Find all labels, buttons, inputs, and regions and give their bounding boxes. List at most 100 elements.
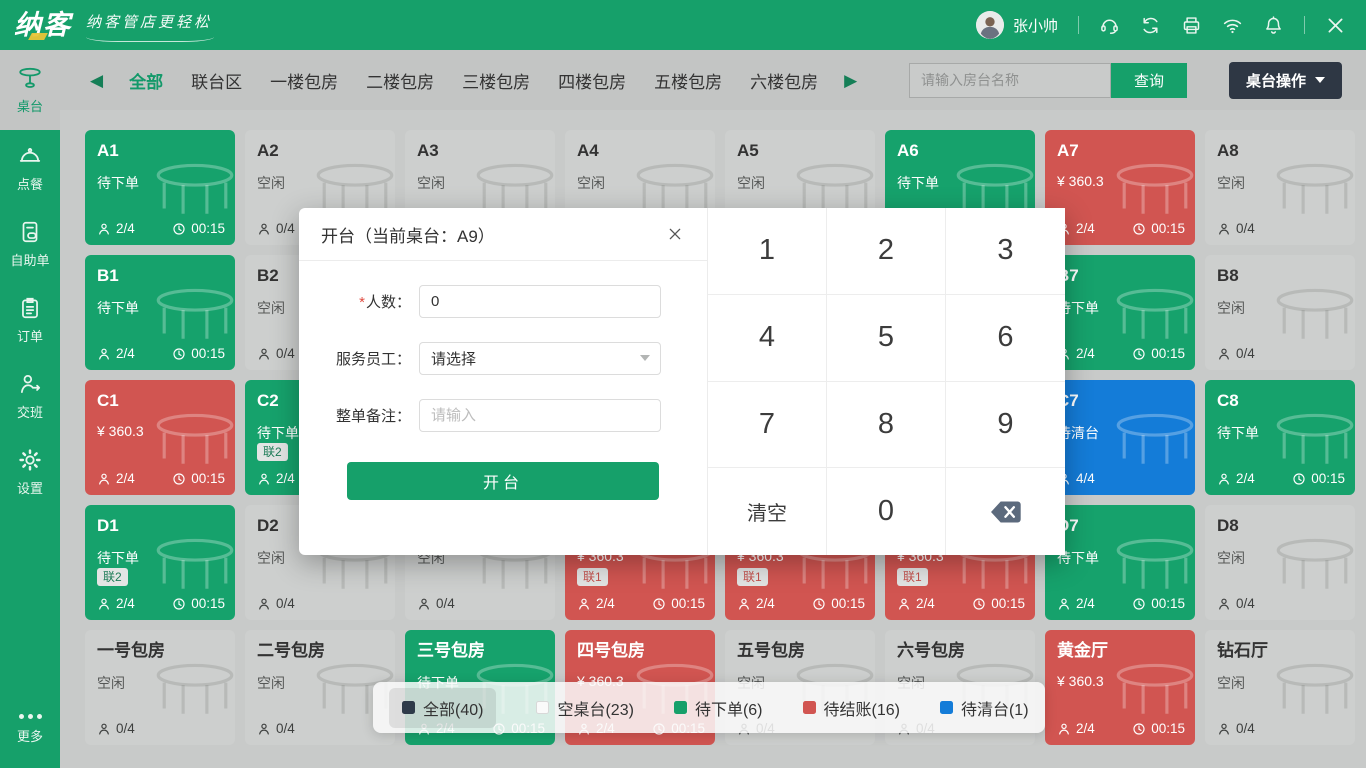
sidebar-item-more[interactable]: 更多 <box>0 700 60 758</box>
table-occupancy: 2/4 <box>97 596 135 611</box>
table-occupancy: 2/4 <box>737 596 775 611</box>
clock-icon <box>1132 222 1146 236</box>
keypad-key-3[interactable]: 3 <box>946 208 1065 295</box>
remark-label: 整单备注： <box>323 405 411 426</box>
table-icon <box>1111 156 1195 226</box>
table-occupancy: 2/4 <box>97 346 135 361</box>
legend-item[interactable]: 待清台(1) <box>940 696 1029 720</box>
table-icon <box>17 65 43 91</box>
keypad-key-4[interactable]: 4 <box>708 295 827 382</box>
wifi-icon[interactable] <box>1222 15 1243 36</box>
sidebar-item[interactable]: 订单 <box>0 282 60 358</box>
area-tab[interactable]: 五楼包房 <box>654 68 722 93</box>
table-card[interactable]: A8 空闲 0/4 <box>1205 130 1355 245</box>
table-timer: 00:15 <box>1132 721 1185 736</box>
area-tab[interactable]: 三楼包房 <box>462 68 530 93</box>
search-button[interactable]: 查询 <box>1111 63 1187 98</box>
person-icon <box>1057 722 1071 736</box>
table-occupancy: 0/4 <box>1217 721 1255 736</box>
sidebar-item[interactable]: 设置 <box>0 434 60 510</box>
table-occupancy: 2/4 <box>257 471 295 486</box>
customer-service-icon[interactable] <box>1099 15 1120 36</box>
area-tab[interactable]: 联台区 <box>191 68 242 93</box>
person-icon <box>97 722 111 736</box>
staff-label: 服务员工： <box>323 348 411 369</box>
people-count-input[interactable] <box>419 285 661 318</box>
table-card[interactable]: 黄金厅 ¥ 360.3 2/4 00:15 <box>1045 630 1195 745</box>
table-card[interactable]: C1 ¥ 360.3 2/4 00:15 <box>85 380 235 495</box>
legend-item[interactable]: 全部(40) <box>389 688 496 728</box>
keypad-key-2[interactable]: 2 <box>827 208 946 295</box>
person-icon <box>897 597 911 611</box>
keypad-key-6[interactable]: 6 <box>946 295 1065 382</box>
legend-item[interactable]: 空桌台(23) <box>536 696 633 720</box>
notification-icon[interactable] <box>1263 15 1284 36</box>
shift-icon <box>17 371 43 397</box>
area-tab[interactable]: 四楼包房 <box>558 68 626 93</box>
table-card[interactable]: 钻石厅 空闲 0/4 <box>1205 630 1355 745</box>
table-card[interactable]: A1 待下单 2/4 00:15 <box>85 130 235 245</box>
keypad-key-清空[interactable]: 清空 <box>708 468 827 555</box>
area-tab[interactable]: 一楼包房 <box>270 68 338 93</box>
sidebar-item[interactable]: 桌台 <box>0 50 60 130</box>
table-card[interactable]: 一号包房 空闲 0/4 <box>85 630 235 745</box>
keypad-key-0[interactable]: 0 <box>827 468 946 555</box>
legend-item[interactable]: 待下单(6) <box>674 696 763 720</box>
chevron-down-icon <box>1315 77 1325 83</box>
order-remark-input[interactable] <box>419 399 661 432</box>
slogan-underline <box>86 32 214 42</box>
table-card[interactable]: D8 空闲 0/4 <box>1205 505 1355 620</box>
table-card[interactable]: B7 待下单 2/4 00:15 <box>1045 255 1195 370</box>
user-account[interactable]: 张小帅 <box>976 11 1058 39</box>
table-icon <box>151 656 235 726</box>
scroll-left-icon[interactable]: ◀ <box>90 72 103 89</box>
table-card[interactable]: B1 待下单 2/4 00:15 <box>85 255 235 370</box>
backspace-icon <box>988 498 1024 526</box>
sidebar-item[interactable]: 自助单 <box>0 206 60 282</box>
scroll-right-icon[interactable]: ▶ <box>844 72 857 89</box>
keypad-key-9[interactable]: 9 <box>946 382 1065 469</box>
table-card[interactable]: D7 待下单 2/4 00:15 <box>1045 505 1195 620</box>
clock-icon <box>172 222 186 236</box>
sidebar-item[interactable]: 点餐 <box>0 130 60 206</box>
keypad-key-8[interactable]: 8 <box>827 382 946 469</box>
keypad-key-7[interactable]: 7 <box>708 382 827 469</box>
table-card[interactable]: B8 空闲 0/4 <box>1205 255 1355 370</box>
area-tab[interactable]: 二楼包房 <box>366 68 434 93</box>
legend-color-swatch <box>803 701 816 714</box>
search-input[interactable] <box>909 63 1111 98</box>
staff-select-value: 请选择 <box>431 348 476 369</box>
sidebar-nav: 桌台 点餐 自助单 订单 交班 设置 <box>0 50 60 510</box>
table-occupancy: 2/4 <box>97 221 135 236</box>
table-card[interactable]: C8 待下单 2/4 00:15 <box>1205 380 1355 495</box>
header-divider <box>1078 16 1079 34</box>
settings-icon <box>17 447 43 473</box>
legend-label: 空桌台(23) <box>557 696 633 720</box>
dialog-close-icon[interactable] <box>667 225 685 243</box>
keypad-key-1[interactable]: 1 <box>708 208 827 295</box>
table-ops-button[interactable]: 桌台操作 <box>1229 62 1342 99</box>
table-icon <box>151 156 235 226</box>
required-mark: * <box>359 294 365 311</box>
area-tab[interactable]: 全部 <box>129 68 163 93</box>
table-card[interactable]: D1 待下单 联2 2/4 00:15 <box>85 505 235 620</box>
table-timer: 00:15 <box>172 596 225 611</box>
staff-select[interactable]: 请选择 <box>419 342 661 375</box>
table-card[interactable]: A7 ¥ 360.3 2/4 00:15 <box>1045 130 1195 245</box>
select-caret-icon <box>640 355 650 361</box>
area-tab[interactable]: 六楼包房 <box>750 68 818 93</box>
sync-icon[interactable] <box>1140 15 1161 36</box>
sidebar-item-label: 订单 <box>17 326 43 345</box>
table-occupancy: 0/4 <box>257 346 295 361</box>
close-window-icon[interactable] <box>1325 15 1346 36</box>
table-card[interactable]: C7 待清台 4/4 <box>1045 380 1195 495</box>
dialog-title: 开台（当前桌台：A9） <box>321 222 495 247</box>
sidebar-item[interactable]: 交班 <box>0 358 60 434</box>
printer-icon[interactable] <box>1181 15 1202 36</box>
area-tabs: 全部 联台区 一楼包房 二楼包房 三楼包房 四楼包房 五楼包房 六楼包房 <box>129 68 818 93</box>
keypad-key-5[interactable]: 5 <box>827 295 946 382</box>
backspace-key[interactable] <box>946 468 1065 555</box>
open-table-submit-button[interactable]: 开台 <box>347 462 659 500</box>
brand-area: 纳客 纳客管店更轻松 <box>14 3 214 47</box>
legend-item[interactable]: 待结账(16) <box>803 696 900 720</box>
